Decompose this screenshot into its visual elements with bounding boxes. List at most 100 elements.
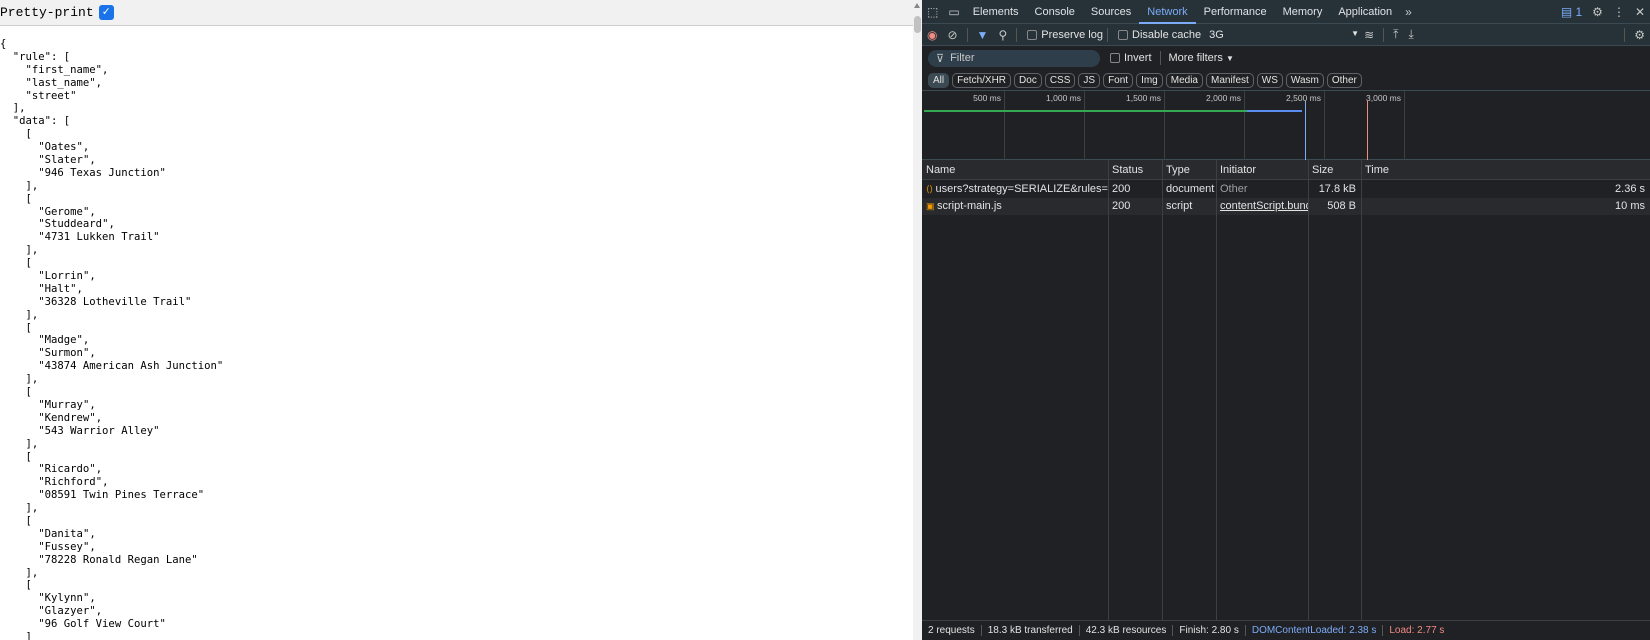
data-cell-value: Glazyer (44, 605, 90, 618)
more-options-icon[interactable]: ⋮ (1608, 5, 1630, 19)
data-cell-suffix: ", (82, 205, 96, 218)
timeline-bar-download (1247, 110, 1302, 112)
data-cell-value: Lorrin (44, 270, 83, 283)
data-cell-prefix: " (0, 398, 45, 411)
cell-type: document (1162, 181, 1216, 198)
issues-badge[interactable]: ▤ 1 (1556, 5, 1587, 19)
cell-size: 508 B (1308, 198, 1361, 215)
clear-icon[interactable]: ⊘ (942, 28, 962, 42)
data-cell: "Gerome", (0, 206, 223, 219)
data-cell-prefix: " (0, 218, 45, 231)
data-cell-suffix: ", (76, 141, 90, 154)
close-icon[interactable]: ✕ (1630, 5, 1650, 19)
tab-performance[interactable]: Performance (1196, 0, 1275, 24)
data-cell-value: Gerome (44, 205, 83, 218)
column-header-time[interactable]: Time (1361, 160, 1650, 179)
settings-icon[interactable]: ⚙ (1587, 5, 1608, 19)
column-divider[interactable] (1216, 160, 1217, 620)
type-filter-ws[interactable]: WS (1256, 72, 1283, 88)
cell-type: script (1162, 198, 1216, 215)
data-cell-prefix: " (0, 334, 45, 347)
filter-icon[interactable]: ▼ (972, 28, 994, 42)
export-har-icon[interactable]: ⤓ (1403, 27, 1418, 42)
search-icon[interactable]: ⚲ (993, 28, 1012, 42)
data-cell-suffix: ", (70, 282, 83, 295)
type-filter-css[interactable]: CSS (1044, 72, 1076, 88)
type-filter-doc[interactable]: Doc (1014, 72, 1042, 88)
filter-input[interactable]: ⊽ Filter (928, 49, 1100, 67)
tab-sources[interactable]: Sources (1083, 0, 1139, 24)
data-cell: "Lorrin", (0, 270, 223, 283)
data-cell-suffix: " (153, 231, 160, 244)
inspect-element-icon[interactable]: ⬚ (922, 5, 943, 19)
cell-name: ▣ script-main.js (922, 198, 1108, 215)
status-bar: 2 requests 18.3 kB transferred 42.3 kB r… (922, 620, 1650, 640)
column-divider[interactable] (1108, 160, 1109, 620)
preserve-log-checkbox[interactable] (1027, 29, 1038, 40)
data-cell-prefix: " (0, 592, 45, 605)
tab-application[interactable]: Application (1330, 0, 1400, 24)
tab-elements[interactable]: Elements (965, 0, 1027, 24)
invert-checkbox[interactable] (1110, 53, 1120, 63)
data-cell: "Oates", (0, 141, 223, 154)
network-conditions-icon[interactable]: ≋ (1359, 28, 1379, 42)
column-header-type[interactable]: Type (1162, 160, 1216, 179)
throttling-select[interactable]: 3G ▼ (1209, 29, 1359, 41)
pretty-print-checkbox[interactable]: ✓ (98, 5, 114, 20)
request-row[interactable]: ▣ script-main.js 200 script contentScript.b… (922, 198, 1650, 215)
timeline-gridline (1244, 91, 1245, 161)
column-header-name[interactable]: Name (922, 160, 1108, 179)
type-filter-media[interactable]: Media (1165, 72, 1203, 88)
data-cell: "Danita", (0, 528, 223, 541)
rule-item-suffix: ", (89, 76, 103, 89)
scroll-up-arrow-icon[interactable] (914, 3, 920, 8)
data-cell-value: 96 Golf View Court (44, 618, 160, 631)
data-cell-suffix: ", (82, 592, 96, 605)
data-cell-value: Surmon (44, 347, 83, 360)
cell-size: 17.8 kB (1308, 181, 1361, 198)
data-cell-suffix: " (184, 295, 192, 308)
scrollbar-thumb[interactable] (914, 16, 921, 33)
data-cell-value: Richford (44, 476, 96, 489)
tab-memory[interactable]: Memory (1275, 0, 1331, 24)
network-settings-icon[interactable]: ⚙ (1629, 28, 1650, 42)
pretty-print-bar: Pretty-print ✓ (0, 0, 913, 26)
data-cell: "946 Texas Junction" (0, 167, 223, 180)
more-filters-dropdown[interactable]: More filters ▼ (1169, 52, 1234, 64)
data-cell-value: 43874 American Ash Junction (44, 360, 217, 373)
page-scrollbar[interactable] (913, 0, 922, 640)
column-divider[interactable] (1162, 160, 1163, 620)
type-filter-all[interactable]: All (928, 72, 950, 88)
type-filter-img[interactable]: Img (1136, 72, 1163, 88)
tab-network[interactable]: Network (1139, 0, 1196, 24)
more-tabs-icon[interactable]: » (1400, 5, 1417, 19)
request-row[interactable]: ⟨⟩ users?strategy=SERIALIZE&rules=first_… (922, 181, 1650, 198)
column-divider[interactable] (1361, 160, 1362, 620)
data-cell-value: Fussey (44, 540, 83, 553)
type-filter-manifest[interactable]: Manifest (1206, 72, 1254, 88)
finish-time: Finish: 2.80 s (1173, 625, 1246, 636)
type-filter-js[interactable]: JS (1078, 72, 1101, 88)
import-har-icon[interactable]: ⤒ (1388, 27, 1403, 42)
column-header-initiator[interactable]: Initiator (1216, 160, 1308, 179)
tab-console[interactable]: Console (1027, 0, 1083, 24)
timeline-overview[interactable]: 500 ms 1,000 ms 1,500 ms 2,000 ms 2,500 ms 3,… (922, 90, 1650, 161)
json-line: "rule": [ (0, 50, 71, 63)
record-icon[interactable]: ◉ (922, 28, 942, 42)
type-filter-bar: All Fetch/XHR Doc CSS JS Font Img Media Manifest… (922, 70, 1650, 90)
script-icon: ▣ (926, 201, 938, 211)
column-divider[interactable] (1308, 160, 1309, 620)
type-filter-font[interactable]: Font (1103, 72, 1134, 88)
type-filter-fetch-xhr[interactable]: Fetch/XHR (952, 72, 1012, 88)
disable-cache-checkbox[interactable] (1118, 29, 1128, 40)
device-toolbar-icon[interactable]: ▭ (943, 5, 964, 19)
timeline-tick-label: 2,000 ms (1206, 93, 1241, 103)
cell-initiator[interactable]: contentScript.bundle.js:135 (1216, 198, 1308, 215)
json-line: ], (0, 502, 39, 515)
column-header-size[interactable]: Size (1308, 160, 1361, 179)
data-cell-prefix: " (0, 605, 45, 618)
column-header-status[interactable]: Status (1108, 160, 1162, 179)
json-line: ], (0, 373, 39, 386)
type-filter-wasm[interactable]: Wasm (1285, 72, 1324, 88)
type-filter-other[interactable]: Other (1326, 72, 1362, 88)
